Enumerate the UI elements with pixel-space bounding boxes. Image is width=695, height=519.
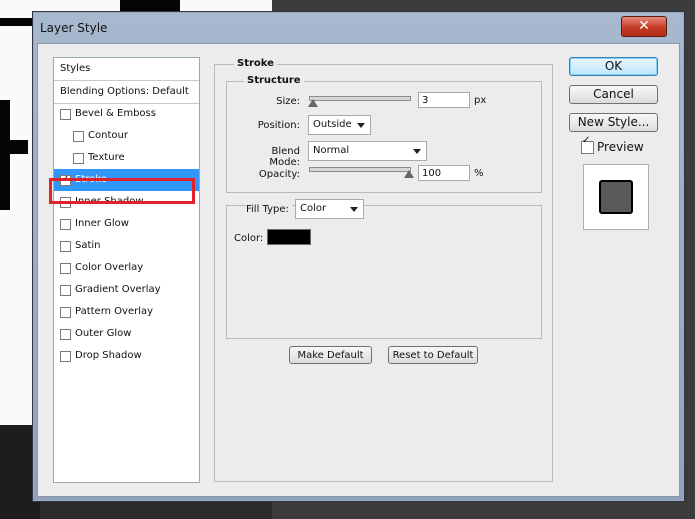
styles-header[interactable]: Styles bbox=[54, 58, 199, 81]
preview-thumbnail bbox=[583, 164, 649, 230]
highlight-outline bbox=[49, 178, 195, 204]
fill-type-group bbox=[226, 205, 542, 339]
blend-mode-select[interactable]: Normal bbox=[308, 141, 427, 161]
size-unit: px bbox=[474, 95, 487, 106]
style-checkbox[interactable] bbox=[73, 131, 84, 142]
close-button[interactable]: ✕ bbox=[621, 16, 667, 37]
style-item-contour[interactable]: Contour bbox=[54, 125, 199, 147]
position-value: Outside bbox=[313, 119, 352, 130]
chevron-down-icon bbox=[413, 149, 421, 154]
style-item-label: Pattern Overlay bbox=[75, 306, 154, 317]
style-item-texture[interactable]: Texture bbox=[54, 147, 199, 169]
style-item-label: Inner Glow bbox=[75, 218, 129, 229]
new-style-button[interactable]: New Style... bbox=[569, 113, 658, 132]
style-checkbox[interactable] bbox=[60, 241, 71, 252]
style-item-label: Bevel & Emboss bbox=[75, 108, 156, 119]
style-checkbox[interactable] bbox=[60, 351, 71, 362]
preview-label: Preview bbox=[597, 140, 644, 154]
styles-list: Styles Blending Options: Default Bevel &… bbox=[53, 57, 200, 483]
color-label: Color: bbox=[234, 233, 264, 244]
preview-checkbox[interactable] bbox=[581, 135, 594, 154]
blending-options-label: Blending Options: Default bbox=[60, 86, 189, 97]
style-checkbox[interactable] bbox=[60, 329, 71, 340]
layer-style-dialog: Layer Style ✕ Styles Blending Options: D… bbox=[32, 11, 685, 502]
position-select[interactable]: Outside bbox=[308, 115, 371, 135]
size-input[interactable]: 3 bbox=[418, 92, 470, 108]
style-item-satin[interactable]: Satin bbox=[54, 235, 199, 257]
style-item-pattern-overlay[interactable]: Pattern Overlay bbox=[54, 301, 199, 323]
style-checkbox[interactable] bbox=[60, 109, 71, 120]
canvas-shape bbox=[0, 100, 10, 210]
style-item-inner-glow[interactable]: Inner Glow bbox=[54, 213, 199, 235]
ok-button[interactable]: OK bbox=[569, 57, 658, 76]
style-item-label: Contour bbox=[88, 130, 128, 141]
canvas-shape bbox=[0, 18, 32, 26]
style-item-label: Drop Shadow bbox=[75, 350, 142, 361]
style-item-color-overlay[interactable]: Color Overlay bbox=[54, 257, 199, 279]
chevron-down-icon bbox=[350, 207, 358, 212]
structure-title: Structure bbox=[244, 75, 304, 86]
blending-options-item[interactable]: Blending Options: Default bbox=[54, 81, 199, 104]
chevron-down-icon bbox=[357, 123, 365, 128]
blend-mode-label: Blend Mode: bbox=[269, 146, 300, 168]
style-checkbox[interactable] bbox=[60, 263, 71, 274]
opacity-label: Opacity: bbox=[258, 169, 300, 180]
style-item-label: Outer Glow bbox=[75, 328, 132, 339]
stroke-color-swatch[interactable] bbox=[267, 229, 311, 245]
fill-type-select[interactable]: Color bbox=[295, 199, 364, 219]
style-checkbox[interactable] bbox=[60, 307, 71, 318]
opacity-slider[interactable] bbox=[309, 167, 411, 172]
style-item-gradient-overlay[interactable]: Gradient Overlay bbox=[54, 279, 199, 301]
style-item-outer-glow[interactable]: Outer Glow bbox=[54, 323, 199, 345]
styles-header-label: Styles bbox=[60, 63, 91, 74]
reset-to-default-button[interactable]: Reset to Default bbox=[388, 346, 478, 364]
style-item-label: Satin bbox=[75, 240, 101, 251]
cancel-button[interactable]: Cancel bbox=[569, 85, 658, 104]
style-checkbox[interactable] bbox=[60, 285, 71, 296]
style-checkbox[interactable] bbox=[73, 153, 84, 164]
fill-type-label: Fill Type: bbox=[246, 204, 292, 215]
stroke-section-title: Stroke bbox=[234, 58, 277, 69]
canvas-shape bbox=[0, 140, 28, 154]
blend-mode-value: Normal bbox=[313, 145, 350, 156]
style-item-bevel-emboss[interactable]: Bevel & Emboss bbox=[54, 103, 199, 125]
opacity-input[interactable]: 100 bbox=[418, 165, 470, 181]
window-title: Layer Style bbox=[40, 21, 108, 35]
opacity-unit: % bbox=[474, 168, 484, 179]
style-checkbox[interactable] bbox=[60, 219, 71, 230]
style-item-label: Color Overlay bbox=[75, 262, 144, 273]
fill-type-value: Color bbox=[300, 203, 327, 214]
style-item-label: Texture bbox=[88, 152, 125, 163]
make-default-button[interactable]: Make Default bbox=[289, 346, 372, 364]
size-slider[interactable] bbox=[309, 96, 411, 101]
size-slider-thumb[interactable] bbox=[308, 99, 318, 107]
position-label: Position: bbox=[257, 120, 300, 131]
opacity-slider-thumb[interactable] bbox=[404, 170, 414, 178]
preview-shape bbox=[599, 180, 633, 214]
dialog-content: Styles Blending Options: Default Bevel &… bbox=[37, 43, 680, 497]
style-item-drop-shadow[interactable]: Drop Shadow bbox=[54, 345, 199, 367]
style-item-label: Gradient Overlay bbox=[75, 284, 161, 295]
size-label: Size: bbox=[276, 96, 300, 107]
